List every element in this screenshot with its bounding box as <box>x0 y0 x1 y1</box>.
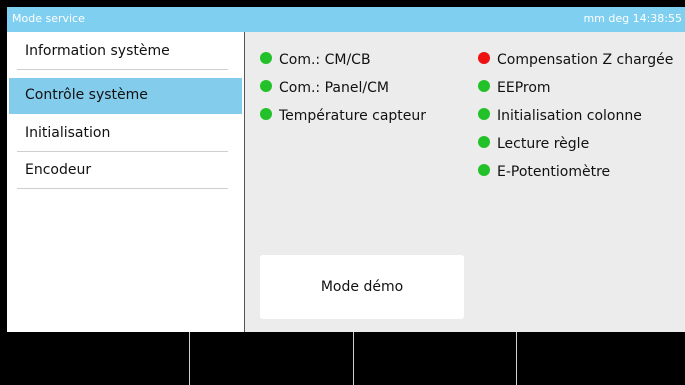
check-label: Température capteur <box>279 108 427 124</box>
divider <box>17 188 228 189</box>
check-label: Com.: Panel/CM <box>279 80 389 96</box>
screen-title: Mode service <box>12 12 85 25</box>
status-dot-icon <box>260 80 272 92</box>
softkey-1[interactable] <box>7 332 189 385</box>
title-bar: Mode service mm deg 14:38:55 <box>7 7 685 32</box>
demo-mode-button[interactable]: Mode démo <box>260 255 464 319</box>
softkey-2[interactable] <box>189 332 354 385</box>
status-dot-icon <box>478 108 490 120</box>
check-label: Compensation Z chargée <box>497 52 674 68</box>
check-lecture-regle: Lecture règle <box>478 134 589 154</box>
softkey-3[interactable] <box>353 332 517 385</box>
softkey-4[interactable] <box>516 332 685 385</box>
status-dot-icon <box>260 108 272 120</box>
check-e-potentiometre: E-Potentiomètre <box>478 162 610 182</box>
check-com-cm-cb: Com.: CM/CB <box>260 50 371 70</box>
divider <box>17 151 228 152</box>
divider <box>17 69 228 70</box>
check-initialisation-colonne: Initialisation colonne <box>478 106 642 126</box>
sidebar: Information système Contrôle système Ini… <box>7 32 245 332</box>
sidebar-item-label: Contrôle système <box>25 87 148 103</box>
softkey-bar <box>7 332 685 385</box>
sidebar-item-label: Information système <box>25 43 170 59</box>
check-eeprom: EEProm <box>478 78 551 98</box>
sidebar-item-initialisation[interactable]: Initialisation <box>9 116 242 152</box>
check-label: Lecture règle <box>497 136 590 152</box>
check-com-panel-cm: Com.: Panel/CM <box>260 78 389 98</box>
status-dot-icon <box>478 80 490 92</box>
sidebar-item-information-systeme[interactable]: Information système <box>9 34 242 70</box>
check-temperature-capteur: Température capteur <box>260 106 426 126</box>
status-readout: mm deg 14:38:55 <box>583 12 682 25</box>
status-dot-icon <box>478 52 490 64</box>
sidebar-item-label: Initialisation <box>25 125 111 141</box>
check-label: Com.: CM/CB <box>279 52 371 68</box>
status-dot-icon <box>478 164 490 176</box>
status-dot-icon <box>478 136 490 148</box>
check-label: EEProm <box>497 80 551 96</box>
sidebar-item-controle-systeme[interactable]: Contrôle système <box>9 78 242 114</box>
check-compensation-z: Compensation Z chargée <box>478 50 673 70</box>
sidebar-item-encodeur[interactable]: Encodeur <box>9 153 242 189</box>
status-dot-icon <box>260 52 272 64</box>
service-screen: Mode service mm deg 14:38:55 Information… <box>7 7 685 385</box>
sidebar-item-label: Encodeur <box>25 162 92 178</box>
system-check-panel: Com.: CM/CB Com.: Panel/CM Température c… <box>245 32 685 332</box>
check-label: E-Potentiomètre <box>497 164 611 180</box>
check-label: Initialisation colonne <box>497 108 642 124</box>
